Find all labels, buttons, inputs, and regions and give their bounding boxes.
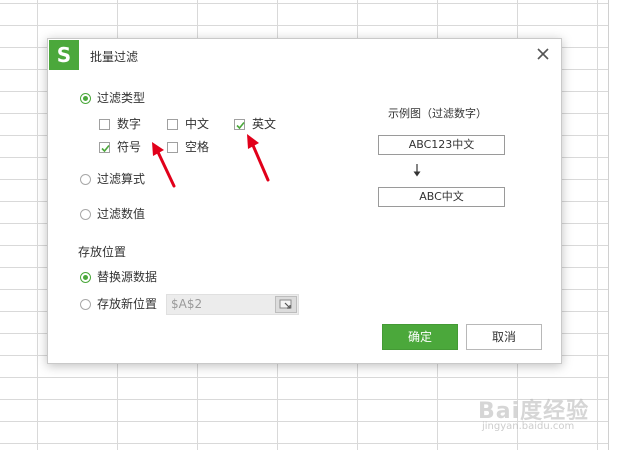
radio-new-location-label: 存放新位置 xyxy=(97,297,158,311)
radio-filter-value[interactable] xyxy=(80,209,91,220)
cancel-button[interactable]: 取消 xyxy=(466,324,542,350)
checkbox-english-label: 英文 xyxy=(252,117,277,131)
example-caption: 示例图（过滤数字） xyxy=(388,107,487,120)
wps-logo-icon: S xyxy=(49,40,79,70)
annotation-arrow-icon xyxy=(152,142,176,188)
dialog-titlebar[interactable]: S 批量过滤 xyxy=(48,39,561,71)
baidu-watermark-url: jingyan.baidu.com xyxy=(482,421,575,432)
checkmark-icon xyxy=(101,144,110,153)
checkbox-symbols[interactable] xyxy=(99,142,110,153)
annotation-arrow-icon xyxy=(247,134,270,182)
example-after-box: ABC中文 xyxy=(378,187,505,207)
radio-filter-type-label: 过滤类型 xyxy=(97,91,146,105)
checkbox-chinese-label: 中文 xyxy=(185,117,210,131)
checkbox-english[interactable] xyxy=(234,119,245,130)
example-before-box: ABC123中文 xyxy=(378,135,505,155)
radio-filter-value-label: 过滤数值 xyxy=(97,207,146,221)
storage-heading: 存放位置 xyxy=(78,245,127,259)
ok-button[interactable]: 确定 xyxy=(382,324,458,350)
radio-filter-formula[interactable] xyxy=(80,174,91,185)
checkmark-icon xyxy=(236,121,245,130)
down-arrow-icon xyxy=(413,164,421,177)
batch-filter-dialog: S 批量过滤 过滤类型 数字 中文 英文 符号 空格 过滤算式 过滤数值 存放位… xyxy=(47,38,562,364)
range-picker-button[interactable] xyxy=(275,296,297,313)
close-icon xyxy=(537,48,549,60)
radio-replace-source-label: 替换源数据 xyxy=(97,270,158,284)
checkbox-digits[interactable] xyxy=(99,119,110,130)
radio-replace-source[interactable] xyxy=(80,272,91,283)
dialog-title: 批量过滤 xyxy=(90,50,139,64)
close-button[interactable] xyxy=(535,46,551,62)
radio-filter-type[interactable] xyxy=(80,93,91,104)
checkbox-digits-label: 数字 xyxy=(117,117,142,131)
checkbox-chinese[interactable] xyxy=(167,119,178,130)
range-select-icon xyxy=(279,299,292,309)
radio-new-location[interactable] xyxy=(80,299,91,310)
radio-filter-formula-label: 过滤算式 xyxy=(97,172,146,186)
sheet-scroll-edge xyxy=(608,0,625,450)
checkbox-symbols-label: 符号 xyxy=(117,140,142,154)
checkbox-spaces-label: 空格 xyxy=(185,140,210,154)
spreadsheet-background: S 批量过滤 过滤类型 数字 中文 英文 符号 空格 过滤算式 过滤数值 存放位… xyxy=(0,0,625,450)
